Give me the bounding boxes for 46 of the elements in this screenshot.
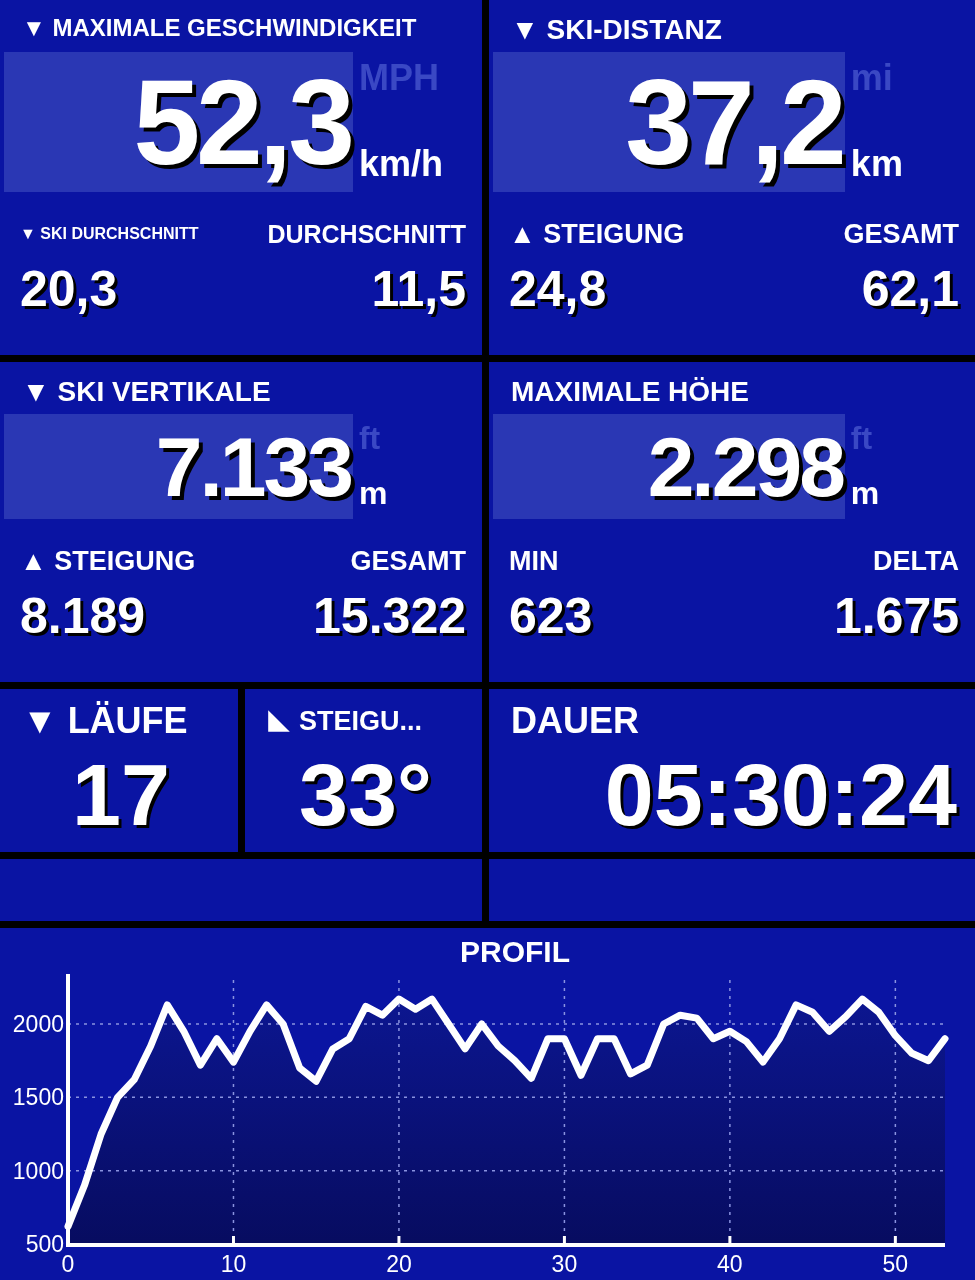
stat-label: MIN xyxy=(509,545,560,577)
axis-tick-label: 500 xyxy=(25,1231,64,1257)
stat-value: 7.133 xyxy=(155,424,351,509)
axis-tick-label: 2000 xyxy=(12,1011,64,1037)
tile-title: MAXIMALE HÖHE xyxy=(510,375,750,409)
stat-label: ▲ STEIGUNG xyxy=(20,545,196,577)
stat-value: 17 xyxy=(71,745,171,845)
axis-tick-label: 30 xyxy=(551,1251,578,1277)
stat-value: 37,2 xyxy=(625,62,843,182)
axis-tick-label: 1000 xyxy=(12,1157,64,1184)
chart-title: PROFIL xyxy=(459,934,571,970)
axis-tick-label: 40 xyxy=(717,1251,743,1277)
stat-value: 11,5 xyxy=(371,260,466,318)
unit-toggle[interactable]: km xyxy=(850,146,903,182)
stat-value: 20,3 xyxy=(20,260,119,318)
stat-value: 15.322 xyxy=(313,587,466,645)
stat-label: GESAMT xyxy=(843,218,959,250)
axis-tick-label: 20 xyxy=(386,1251,412,1277)
tile-title: ▼ MAXIMALE GESCHWINDIGKEIT xyxy=(21,13,418,43)
stat-label: ▲ STEIGUNG xyxy=(509,218,685,250)
tile-title: DAUER xyxy=(511,700,639,742)
axis-tick-label: 50 xyxy=(882,1251,909,1277)
stat-value: 2.298 xyxy=(647,424,843,509)
tile-title: ▼ LÄUFE xyxy=(22,700,188,742)
stat-value: 62,1 xyxy=(861,260,959,318)
stat-value: 8.189 xyxy=(20,587,147,645)
axis-tick-label: 10 xyxy=(220,1251,247,1277)
stat-label: GESAMT xyxy=(350,545,466,577)
stat-value: 24,8 xyxy=(509,260,608,318)
unit-toggle[interactable]: m xyxy=(358,477,388,509)
axis-tick-label: 0 xyxy=(61,1251,75,1277)
stat-value: 623 xyxy=(509,587,593,645)
tile-title: ▼ SKI-DISTANZ xyxy=(510,13,723,47)
slope-triangle-icon xyxy=(267,709,291,733)
stat-label: DELTA xyxy=(873,545,959,577)
tile-title: ▼ SKI VERTIKALE xyxy=(21,375,272,409)
stat-value: 52,3 xyxy=(133,62,351,182)
axis-tick-label: 1500 xyxy=(12,1084,64,1111)
unit-toggle[interactable]: m xyxy=(850,477,880,509)
unit-toggle[interactable]: km/h xyxy=(358,146,443,182)
tile-title: STEIGU... xyxy=(299,705,423,737)
stat-label: DURCHSCHNITT xyxy=(267,219,466,250)
stat-label: ▼ SKI DURCHSCHNITT xyxy=(20,224,199,244)
stat-value: 1.675 xyxy=(833,587,959,645)
stat-value: 33° xyxy=(297,745,434,845)
stat-value: 05:30:24 xyxy=(603,745,957,845)
